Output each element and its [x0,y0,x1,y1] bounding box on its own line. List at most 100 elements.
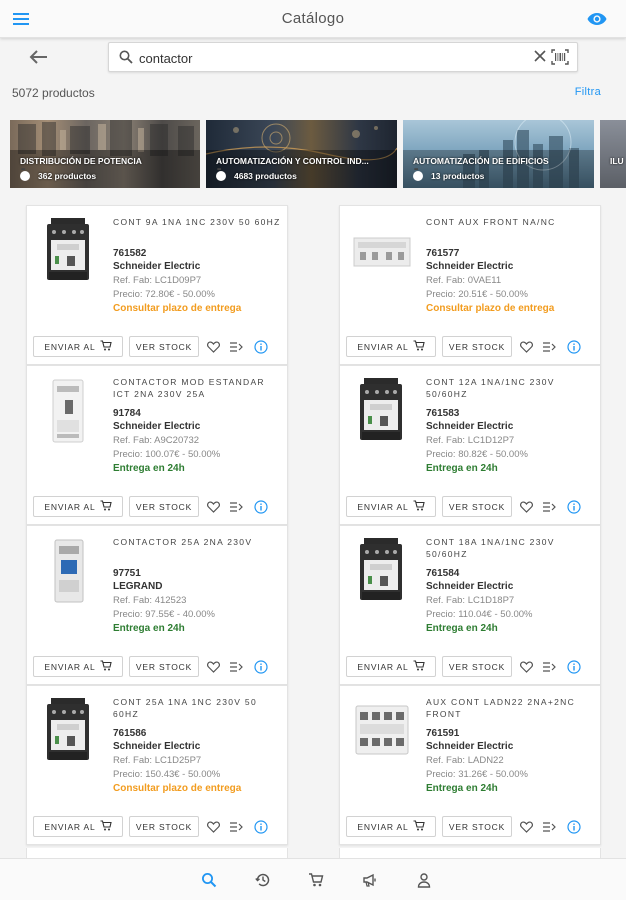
search-icon[interactable] [199,871,219,889]
info-icon[interactable] [566,659,582,675]
product-name: CONT 25A 1NA 1NC 230V 50 60HZ [113,697,257,719]
filter-link[interactable]: Filtra [575,86,601,98]
add-to-list-icon[interactable] [229,499,245,515]
view-stock-button[interactable]: VER STOCK [442,336,512,357]
heart-icon[interactable] [518,659,534,675]
more-icon [20,167,30,181]
send-to-cart-button[interactable]: ENVIAR AL [33,496,123,517]
category-card[interactable]: AUTOMATIZACIÓN DE EDIFICIOS 13 productos [403,120,594,188]
view-stock-button[interactable]: VER STOCK [442,816,512,837]
product-card[interactable]: CONTACTOR MOD ESTANDAR ICT 2NA 230V 25A 9… [26,365,288,525]
cart-icon [413,820,425,833]
heart-icon[interactable] [518,339,534,355]
megaphone-icon[interactable] [360,871,380,889]
product-card[interactable]: CONT 25A 1NA 1NC 230V 50 60HZ 761586 Schne… [26,685,288,845]
send-to-cart-button[interactable]: ENVIAR AL [33,336,123,357]
product-info: CONTACTOR MOD ESTANDAR ICT 2NA 230V 25A 9… [113,376,283,474]
cart-icon [413,340,425,353]
product-actions: ENVIAR AL VER STOCK [346,336,596,358]
eye-icon[interactable] [586,9,608,29]
category-card[interactable]: AUTOMATIZACIÓN Y CONTROL IND... 4683 pro… [206,120,397,188]
add-to-list-icon[interactable] [229,659,245,675]
product-price: Precio: 110.04€ - 50.00% [426,609,533,620]
product-actions: ENVIAR AL VER STOCK [33,816,283,838]
view-stock-button[interactable]: VER STOCK [129,816,199,837]
send-to-cart-button[interactable]: ENVIAR AL [346,496,436,517]
more-icon [216,167,226,181]
product-info: AUX CONT LADN22 2NA+2NC FRONT 761591 Schne… [426,696,596,794]
heart-icon[interactable] [205,339,221,355]
view-stock-button[interactable]: VER STOCK [129,656,199,677]
product-card[interactable]: CONT AUX FRONT NA/NC 761577 Schneider Elec… [339,205,601,365]
heart-icon[interactable] [205,819,221,835]
product-price: Precio: 100.07€ - 50.00% [113,449,221,460]
add-to-list-icon[interactable] [542,659,558,675]
category-title: AUTOMATIZACIÓN DE EDIFICIOS [413,156,549,166]
results-count: 5072 productos [12,86,95,100]
view-stock-button[interactable]: VER STOCK [129,496,199,517]
product-actions: ENVIAR AL VER STOCK [33,336,283,358]
product-code: 91784 [113,408,141,419]
category-carousel: DISTRIBUCIÓN DE POTENCIA 362 productos A… [10,120,626,188]
product-card[interactable]: CONT 18A 1NA/1NC 230V 50/60HZ 761584 Schne… [339,525,601,685]
product-ref: Ref. Fab: LC1D12P7 [426,435,515,446]
heart-icon[interactable] [518,499,534,515]
add-to-list-icon[interactable] [229,339,245,355]
view-stock-button[interactable]: VER STOCK [129,336,199,357]
product-name: AUX CONT LADN22 2NA+2NC FRONT [426,697,576,719]
user-icon[interactable] [414,871,434,889]
send-to-cart-button[interactable]: ENVIAR AL [33,656,123,677]
info-icon[interactable] [566,339,582,355]
product-ref: Ref. Fab: LADN22 [426,755,504,766]
product-card[interactable]: CONT 9A 1NA 1NC 230V 50 60HZ 761582 Schnei… [26,205,288,365]
product-brand: Schneider Electric [426,741,514,752]
add-to-list-icon[interactable] [542,499,558,515]
product-price: Precio: 20.51€ - 50.00% [426,289,528,300]
history-icon[interactable] [253,871,273,889]
category-card[interactable]: DISTRIBUCIÓN DE POTENCIA 362 productos [10,120,200,188]
heart-icon[interactable] [205,659,221,675]
send-button-label: ENVIAR AL [44,821,96,832]
product-brand: Schneider Electric [113,421,201,432]
add-to-list-icon[interactable] [542,819,558,835]
send-to-cart-button[interactable]: ENVIAR AL [346,656,436,677]
view-stock-button[interactable]: VER STOCK [442,496,512,517]
product-ref: Ref. Fab: LC1D18P7 [426,595,515,606]
send-to-cart-button[interactable]: ENVIAR AL [346,816,436,837]
info-icon[interactable] [253,659,269,675]
info-icon[interactable] [253,499,269,515]
back-arrow-icon[interactable] [24,44,52,70]
heart-icon[interactable] [518,819,534,835]
add-to-list-icon[interactable] [229,819,245,835]
product-card[interactable]: CONTACTOR 25A 2NA 230V 97751 LEGRAND Ref. F… [26,525,288,685]
info-icon[interactable] [566,499,582,515]
product-info: CONT 18A 1NA/1NC 230V 50/60HZ 761584 Schne… [426,536,596,634]
cart-icon[interactable] [306,871,326,889]
info-icon[interactable] [566,819,582,835]
category-card[interactable]: ILU [600,120,626,188]
product-availability: Consultar plazo de entrega [426,303,555,314]
cart-icon [100,660,112,673]
info-icon[interactable] [253,819,269,835]
product-image [350,216,414,286]
category-image [600,120,626,188]
product-brand: Schneider Electric [113,261,201,272]
product-code: 761591 [426,728,460,739]
add-to-list-icon[interactable] [542,339,558,355]
product-brand: Schneider Electric [113,741,201,752]
search-input[interactable] [139,48,519,68]
product-card[interactable]: AUX CONT LADN22 2NA+2NC FRONT 761591 Schne… [339,685,601,845]
view-stock-button[interactable]: VER STOCK [442,656,512,677]
product-brand: Schneider Electric [426,261,514,272]
product-availability: Entrega en 24h [426,623,498,634]
product-card[interactable]: CONT 12A 1NA/1NC 230V 50/60HZ 761583 Schne… [339,365,601,525]
heart-icon[interactable] [205,499,221,515]
search-row [0,40,626,74]
send-to-cart-button[interactable]: ENVIAR AL [33,816,123,837]
barcode-scan-icon[interactable] [551,49,569,70]
info-icon[interactable] [253,339,269,355]
send-button-label: ENVIAR AL [44,661,96,672]
card-edge [339,848,601,858]
clear-icon[interactable] [533,49,547,68]
send-to-cart-button[interactable]: ENVIAR AL [346,336,436,357]
